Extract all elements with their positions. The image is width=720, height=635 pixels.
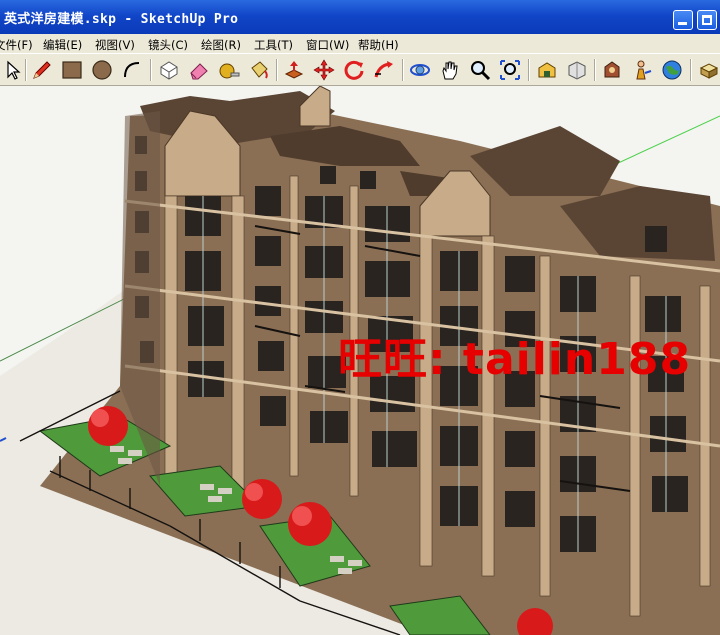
watermark-text: 旺旺: tailin188 — [338, 334, 692, 385]
toolbar-separator — [402, 59, 404, 81]
toolbar-separator — [276, 59, 278, 81]
window-title: 英式洋房建模.skp - SketchUp Pro — [4, 12, 239, 27]
menu-help[interactable]: 帮助(H) — [358, 37, 399, 53]
select-icon — [7, 60, 21, 80]
extension-icon — [699, 63, 719, 79]
rectangle-icon — [62, 61, 82, 79]
select-tool-button[interactable] — [0, 57, 26, 83]
globe-icon — [662, 60, 682, 80]
zoom-tool-button[interactable] — [467, 57, 493, 83]
menu-file[interactable]: 文件(F) — [0, 37, 33, 53]
menu-draw[interactable]: 绘图(R) — [201, 37, 241, 53]
arc-icon — [124, 62, 140, 78]
circle-tool-button[interactable] — [89, 57, 115, 83]
orbit-tool-button[interactable] — [407, 57, 433, 83]
zoom-extents-icon — [500, 60, 520, 80]
pencil-icon — [33, 61, 51, 79]
maximize-button[interactable] — [697, 10, 717, 30]
zoom-extents-button[interactable] — [497, 57, 523, 83]
paint-bucket-button[interactable] — [246, 57, 272, 83]
position-camera-button[interactable] — [629, 57, 655, 83]
pencil-tool-button[interactable] — [29, 57, 55, 83]
zoom-icon — [471, 61, 491, 81]
tape-measure-button[interactable] — [216, 57, 242, 83]
toolbar-separator — [25, 59, 27, 81]
get-models-button[interactable] — [534, 57, 560, 83]
push-pull-button[interactable] — [281, 57, 307, 83]
eraser-tool-button[interactable] — [186, 57, 212, 83]
menu-bar: 文件(F) 编辑(E) 视图(V) 镜头(C) 绘图(R) 工具(T) 窗口(W… — [0, 34, 720, 53]
move-icon — [313, 59, 335, 81]
component-icon — [604, 61, 620, 78]
position-camera-icon — [636, 60, 652, 80]
rectangle-tool-button[interactable] — [59, 57, 85, 83]
push-pull-icon — [284, 61, 304, 79]
warehouse-icon — [538, 62, 556, 78]
model-viewport[interactable]: 旺旺: tailin188 — [0, 86, 720, 635]
component-icon — [160, 61, 178, 80]
minimize-button[interactable] — [673, 10, 693, 30]
eraser-icon — [190, 63, 208, 80]
toolbar-separator — [528, 59, 530, 81]
move-tool-button[interactable] — [311, 57, 337, 83]
make-component-button[interactable] — [156, 57, 182, 83]
circle-icon — [92, 60, 112, 80]
paint-bucket-icon — [251, 61, 268, 79]
orbit-icon — [410, 64, 430, 76]
components-window-button[interactable] — [599, 57, 625, 83]
extension-button[interactable] — [696, 57, 720, 83]
follow-me-button[interactable] — [371, 57, 397, 83]
toolbar-separator — [690, 59, 692, 81]
toolbar-separator — [150, 59, 152, 81]
menu-edit[interactable]: 编辑(E) — [43, 37, 82, 53]
menu-tools[interactable]: 工具(T) — [254, 37, 293, 53]
maximize-icon — [702, 15, 712, 25]
share-model-icon — [568, 61, 586, 80]
pan-icon — [442, 61, 458, 80]
rotate-icon — [344, 60, 364, 80]
pan-tool-button[interactable] — [437, 57, 463, 83]
tape-measure-icon — [219, 63, 240, 79]
menu-camera[interactable]: 镜头(C) — [148, 37, 188, 53]
menu-window[interactable]: 窗口(W) — [306, 37, 349, 53]
title-bar: 英式洋房建模.skp - SketchUp Pro — [0, 0, 720, 34]
menu-view[interactable]: 视图(V) — [95, 37, 135, 53]
google-earth-button[interactable] — [659, 57, 685, 83]
minimize-icon — [678, 22, 687, 25]
follow-me-icon — [374, 61, 393, 78]
share-model-button[interactable] — [564, 57, 590, 83]
arc-tool-button[interactable] — [119, 57, 145, 83]
rotate-tool-button[interactable] — [341, 57, 367, 83]
main-toolbar — [0, 53, 720, 86]
toolbar-separator — [594, 59, 596, 81]
